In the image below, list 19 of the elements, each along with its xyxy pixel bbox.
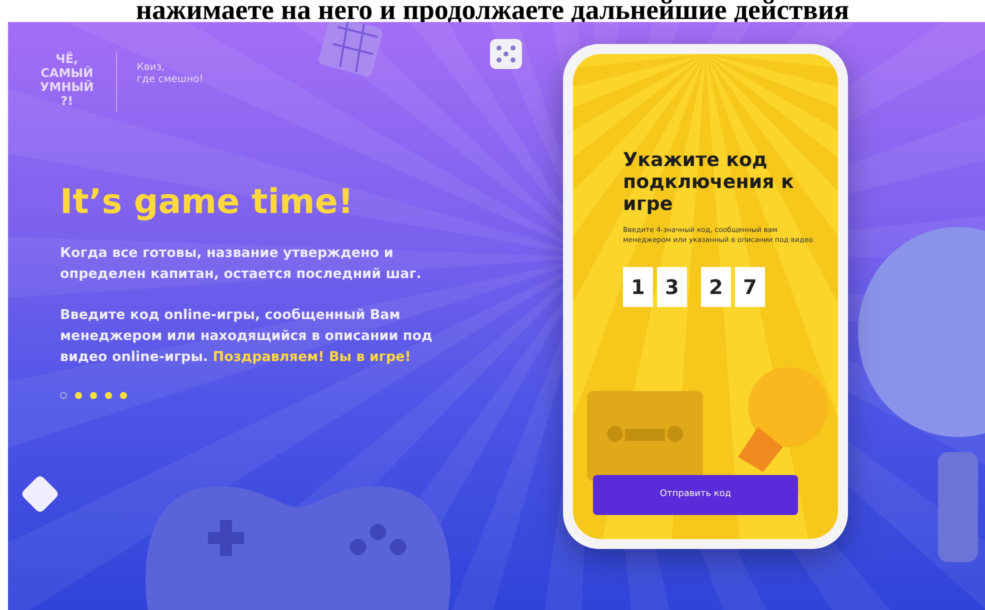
- tagline-text: Квиз, где смешно!: [116, 52, 204, 112]
- code-digit-field[interactable]: 7: [735, 267, 765, 307]
- logo-text: ЧЁ, САМЫЙ УМНЫЙ ?!: [39, 52, 95, 108]
- dice-icon: [488, 37, 524, 71]
- carousel-dot[interactable]: [90, 392, 97, 399]
- carousel-dot[interactable]: [75, 392, 82, 399]
- body-paragraph: Введите код online-игры, сообщенный Вам менеджером или находящийся в описании под видео online-игры. Поздравляем! Вы в игре!: [60, 306, 434, 367]
- code-digit-field[interactable]: 3: [657, 267, 687, 307]
- phone-title: Укажите код подключения к игре: [623, 149, 795, 215]
- carousel-dot[interactable]: [105, 392, 112, 399]
- carousel-dot[interactable]: [60, 392, 67, 399]
- headline: It’s game time!: [60, 182, 354, 223]
- carousel-dot[interactable]: [120, 392, 127, 399]
- code-digit-field[interactable]: 1: [623, 267, 653, 307]
- caption-text: нажимаете на него и продолжаете дальнейшие действия: [134, 0, 850, 22]
- body-paragraph: Когда все готовы, название утверждено и определен капитан, остается последний шаг.: [60, 244, 422, 284]
- send-code-button[interactable]: Отправить код: [593, 475, 798, 515]
- code-digit-field[interactable]: 2: [701, 267, 731, 307]
- cassette-icon: [585, 389, 705, 484]
